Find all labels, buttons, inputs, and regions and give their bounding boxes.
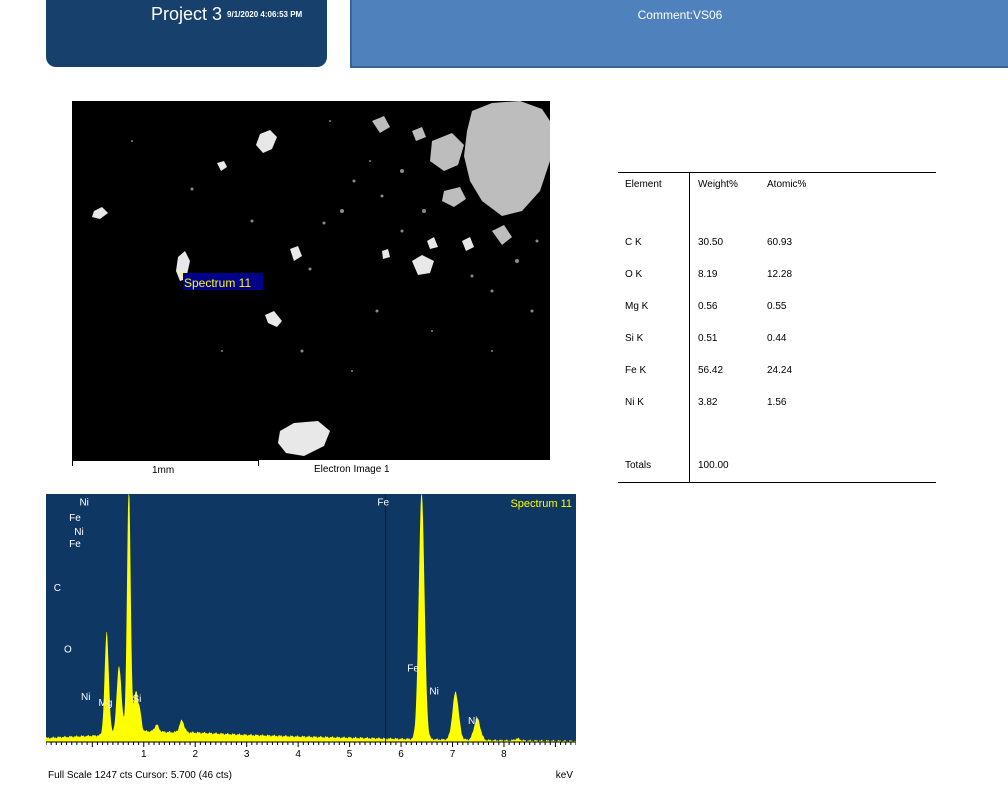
project-header: Project 3 9/1/2020 4:06:53 PM <box>46 0 327 67</box>
peak-label: Ni <box>468 716 477 727</box>
table-header-row: Element Weight% Atomic% <box>618 172 936 195</box>
project-title: Project 3 9/1/2020 4:06:53 PM <box>151 4 302 25</box>
cell-element: Fe K <box>618 354 690 386</box>
x-tick-label: 5 <box>347 749 353 760</box>
project-name: Project 3 <box>151 4 223 24</box>
peak-label: Fe <box>69 539 81 550</box>
cell-weight: 0.51 <box>698 332 718 344</box>
peak-label: Ni <box>81 692 90 703</box>
totals-weight: 100.00 <box>698 459 729 471</box>
cell-element: O K <box>618 258 690 290</box>
cell-element: Ni K <box>618 386 690 418</box>
cell-weight: 0.56 <box>698 300 718 312</box>
electron-image: Spectrum 11 <box>72 101 550 460</box>
header-atomic: Atomic% <box>767 178 807 190</box>
spectrum-title: Spectrum 11 <box>510 498 572 510</box>
table-spacer <box>618 418 936 448</box>
x-tick-label: 1 <box>141 749 147 760</box>
comment-header: Comment:VS06 <box>350 0 1008 68</box>
peak-label: Fe <box>377 497 389 508</box>
cell-weight: 56.42 <box>698 364 724 376</box>
peak-label: O <box>64 645 72 656</box>
peak-label: Fe <box>407 663 419 674</box>
table-row: Mg K 0.56 0.55 <box>618 290 936 322</box>
x-tick-label: 6 <box>398 749 404 760</box>
peak-label: Fe <box>69 513 81 524</box>
header-weight: Weight% <box>698 178 738 190</box>
x-tick-label: 2 <box>192 749 198 760</box>
x-tick-label: 8 <box>501 749 507 760</box>
table-row: C K 30.50 60.93 <box>618 226 936 258</box>
table-row: Si K 0.51 0.44 <box>618 322 936 354</box>
cell-atomic: 24.24 <box>767 364 793 376</box>
cell-atomic: 0.55 <box>767 300 787 312</box>
peak-label: Si <box>132 694 141 705</box>
cell-atomic: 60.93 <box>767 236 793 248</box>
image-caption: Electron Image 1 <box>314 464 390 475</box>
electron-image-canvas: Spectrum 11 <box>72 101 550 460</box>
peak-label: C <box>54 583 61 594</box>
cell-weight: 8.19 <box>698 268 718 280</box>
cell-weight: 3.82 <box>698 396 718 408</box>
x-axis-unit: keV <box>556 770 574 781</box>
peak-label: Ni <box>79 497 88 508</box>
project-date: 9/1/2020 4:06:53 PM <box>227 10 303 19</box>
table-row: Ni K 3.82 1.56 <box>618 386 936 418</box>
spectrum-marker: Spectrum 11 <box>179 271 263 290</box>
cell-element: Mg K <box>618 290 690 322</box>
table-row: Fe K 56.42 24.24 <box>618 354 936 386</box>
x-tick-label: 7 <box>450 749 456 760</box>
spectrum-svg: 12345678 FeNiNiFeCONiMg SiFeFeNiNi Spectr… <box>45 494 577 782</box>
x-tick-label: 4 <box>295 749 301 760</box>
table-totals-row: Totals 100.00 <box>618 448 936 483</box>
spectrum-marker-label: Spectrum 11 <box>184 276 251 290</box>
cell-atomic: 1.56 <box>767 396 787 408</box>
spectrum-footer: Full Scale 1247 cts Cursor: 5.700 (46 ct… <box>48 770 232 781</box>
comment-text: Comment:VS06 <box>637 8 723 22</box>
table-spacer <box>618 195 936 226</box>
x-tick-label: 3 <box>244 749 250 760</box>
totals-label: Totals <box>618 448 690 483</box>
cell-weight: 30.50 <box>698 236 724 248</box>
peak-label: Ni <box>74 527 83 538</box>
peak-label: Mg <box>98 698 112 709</box>
table-row: O K 8.19 12.28 <box>618 258 936 290</box>
scale-bar-label: 1mm <box>152 465 175 476</box>
peak-label: Ni <box>429 686 438 697</box>
spectrum-chart: 12345678 Fe Ni Ni Fe C O Ni Mg Si Fe Fe Ni Ni Spectr… <box>45 494 577 782</box>
results-table: Element Weight% Atomic% C K 30.50 60.93 … <box>618 172 936 483</box>
cell-element: Si K <box>618 322 690 354</box>
cell-element: C K <box>618 226 690 258</box>
cell-atomic: 12.28 <box>767 268 793 280</box>
header-element: Element <box>618 172 690 195</box>
cell-atomic: 0.44 <box>767 332 787 344</box>
